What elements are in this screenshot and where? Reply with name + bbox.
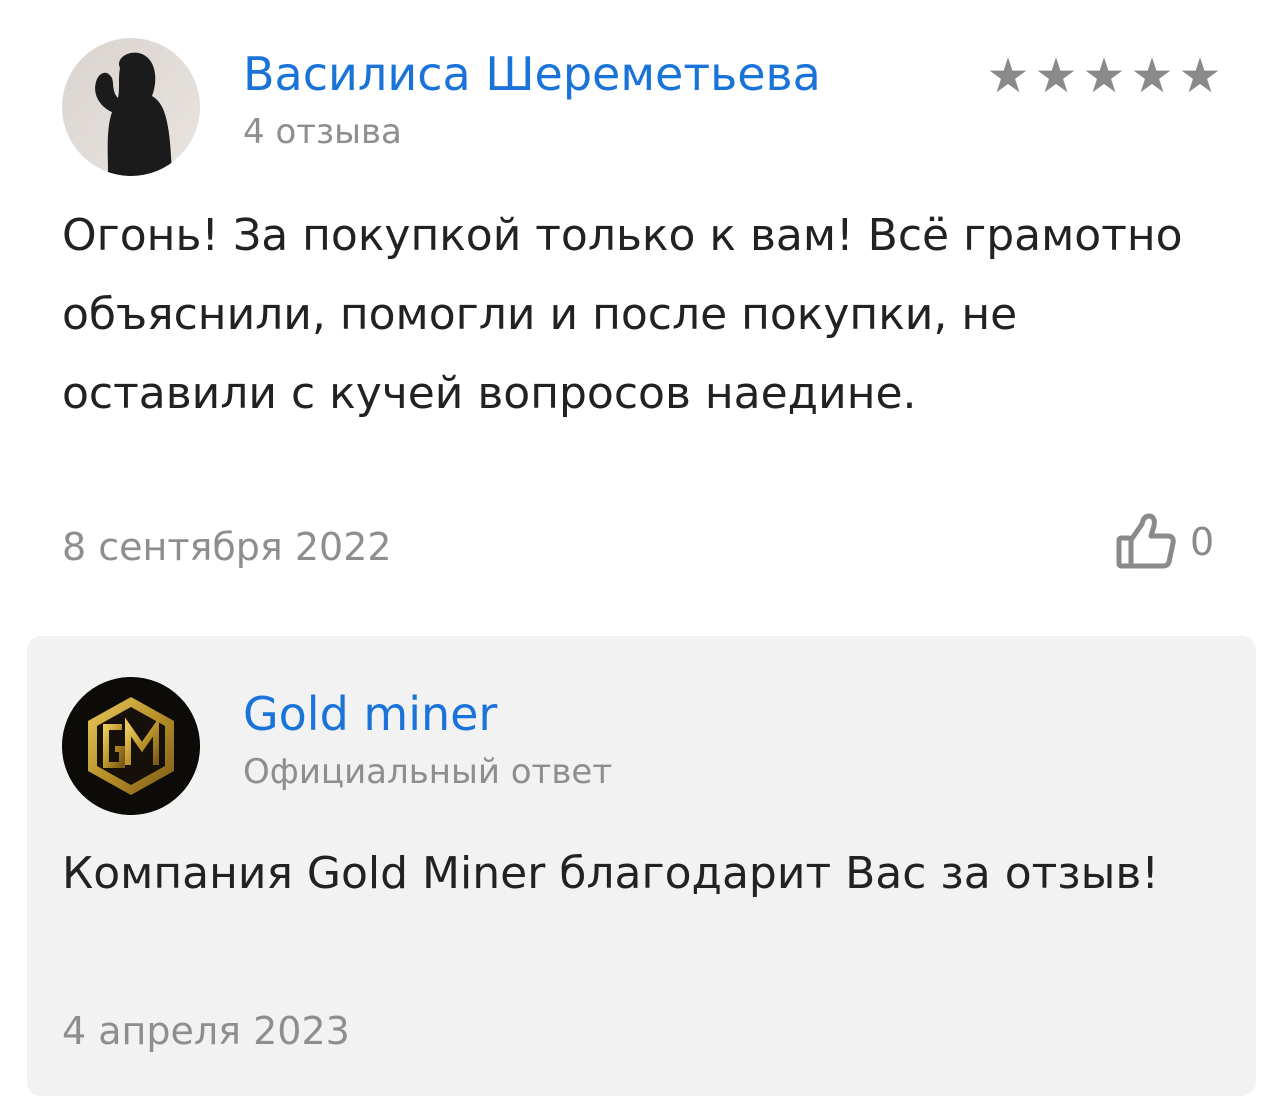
star-icon: ★ <box>1178 48 1222 104</box>
author-name-link[interactable]: Василиса Шереметьева <box>243 44 821 104</box>
author-avatar[interactable] <box>62 38 200 176</box>
star-icon: ★ <box>1034 48 1078 104</box>
reply-text: Компания Gold Miner благодарит Вас за от… <box>62 848 1159 899</box>
star-icon: ★ <box>1130 48 1174 104</box>
star-icon: ★ <box>986 48 1030 104</box>
official-reply-label: Официальный ответ <box>243 752 613 792</box>
thumbs-up-icon <box>1116 513 1176 569</box>
gold-miner-logo-icon <box>62 677 200 815</box>
author-reviews-count: 4 отзыва <box>243 112 402 152</box>
company-logo[interactable] <box>62 677 200 815</box>
review-text: Огонь! За покупкой только к вам! Всё гра… <box>62 210 1183 419</box>
rating-stars: ★ ★ ★ ★ ★ <box>984 48 1224 104</box>
star-icon: ★ <box>1082 48 1126 104</box>
like-button[interactable]: 0 <box>1114 510 1214 574</box>
company-name-link[interactable]: Gold miner <box>243 684 497 744</box>
like-count: 0 <box>1190 520 1215 564</box>
official-reply: Gold miner Официальный ответ Компания Go… <box>27 636 1256 1096</box>
reply-date: 4 апреля 2023 <box>62 1009 350 1053</box>
review-date: 8 сентября 2022 <box>62 525 392 569</box>
avatar-photo-icon <box>62 38 200 176</box>
